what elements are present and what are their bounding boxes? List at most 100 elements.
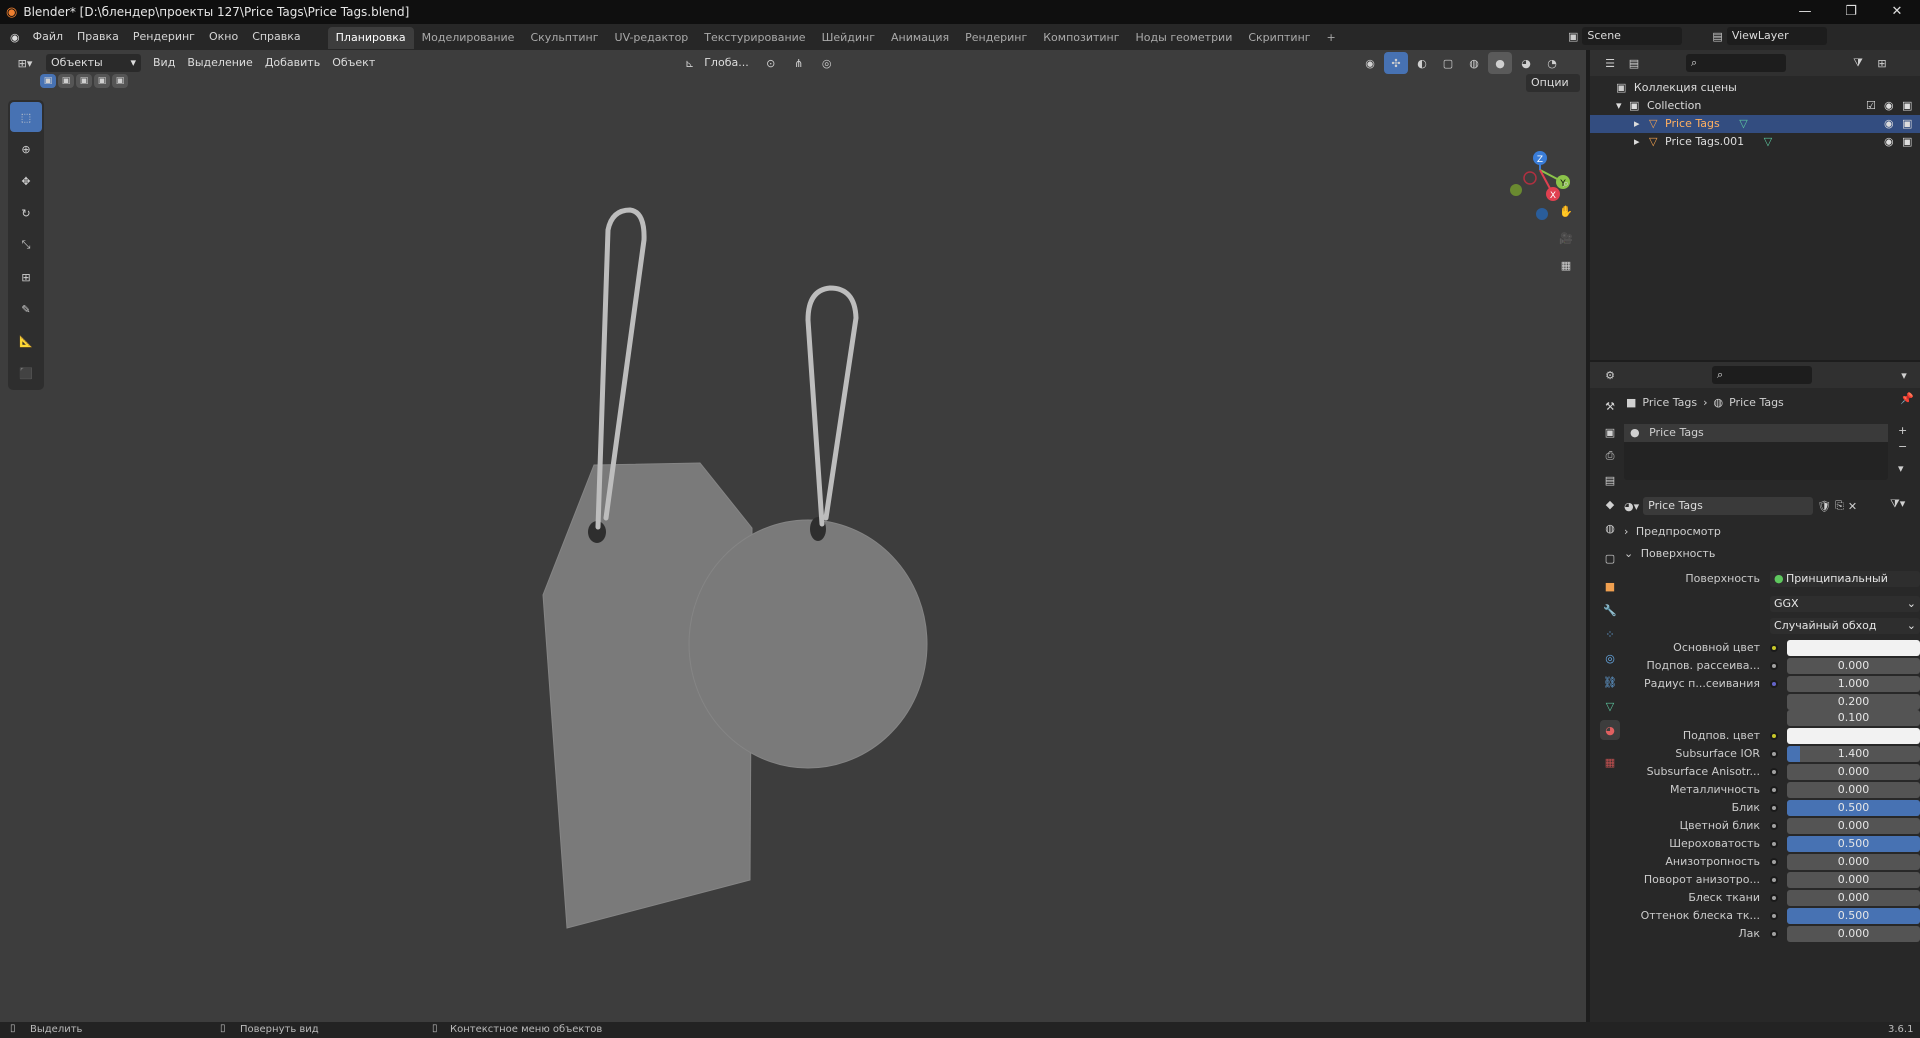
shading-solid-icon[interactable]: ●	[1488, 52, 1512, 74]
bsdf-input-value[interactable]: 1.400	[1787, 746, 1920, 762]
properties-editor-type-icon[interactable]: ⚙	[1598, 364, 1622, 386]
collection-row[interactable]: ▾ ▣ Collection ☑ ◉ ▣	[1590, 97, 1920, 115]
bsdf-input-value[interactable]: 0.500	[1787, 908, 1920, 924]
input-socket-icon[interactable]	[1770, 750, 1778, 758]
tab-texture-paint[interactable]: Текстурирование	[696, 27, 813, 49]
tab-shading[interactable]: Шейдинг	[814, 27, 883, 49]
zoom-icon[interactable]: ⌕	[1554, 172, 1578, 196]
input-socket-icon[interactable]	[1770, 732, 1778, 740]
shading-wireframe-icon[interactable]: ◍	[1462, 52, 1486, 74]
bsdf-input-value[interactable]: 0.000	[1787, 658, 1920, 674]
close-button[interactable]: ✕	[1874, 0, 1920, 24]
surface-shader-field[interactable]: ● Принципиальный BSDF	[1770, 571, 1920, 587]
gizmo-toggle-icon[interactable]: ✣	[1384, 52, 1408, 74]
shading-rendered-icon[interactable]: ◔	[1540, 52, 1564, 74]
unlink-material-icon[interactable]: ✕	[1848, 500, 1857, 513]
bsdf-input-value[interactable]: 0.000	[1787, 854, 1920, 870]
camera-icon[interactable]: ▣	[1902, 133, 1912, 151]
annotate-tool-icon[interactable]: ✎	[10, 294, 42, 324]
tab-compositing[interactable]: Композитинг	[1035, 27, 1127, 49]
eye-icon[interactable]: ◉	[1884, 115, 1894, 133]
collection-tab-icon[interactable]: ▢	[1600, 548, 1620, 568]
slot-specials-button[interactable]: ▾	[1898, 462, 1904, 475]
menu-view[interactable]: Вид	[147, 52, 181, 74]
menu-add[interactable]: Добавить	[259, 52, 326, 74]
tab-animation[interactable]: Анимация	[883, 27, 957, 49]
subsurface-method-dropdown[interactable]: Случайный обход ⌄	[1770, 618, 1920, 634]
input-socket-icon[interactable]	[1770, 858, 1778, 866]
input-socket-icon[interactable]	[1770, 840, 1778, 848]
input-socket-icon[interactable]	[1770, 680, 1778, 688]
duplicate-material-icon[interactable]: ⎘	[1835, 499, 1844, 513]
expand-arrow-icon[interactable]: ▸	[1634, 135, 1640, 148]
ortho-toggle-icon[interactable]: ▦	[1554, 253, 1578, 277]
input-socket-icon[interactable]	[1770, 876, 1778, 884]
particles-tab-icon[interactable]: ⁘	[1600, 624, 1620, 644]
add-workspace-button[interactable]: +	[1319, 27, 1344, 49]
outliner-item-price-tags-001[interactable]: ▸ ▽ Price Tags.001 ▽ ◉ ▣	[1590, 133, 1920, 151]
bsdf-input-value[interactable]: 0.500	[1787, 800, 1920, 816]
visibility-icon[interactable]: ◉	[1358, 52, 1382, 74]
input-socket-icon[interactable]	[1770, 644, 1778, 652]
surface-panel-header[interactable]: ⌄ Поверхность	[1624, 544, 1914, 564]
menu-help[interactable]: Справка	[245, 24, 307, 50]
menu-render[interactable]: Рендеринг	[126, 24, 202, 50]
color-swatch[interactable]	[1787, 640, 1920, 656]
exclude-checkbox[interactable]: ☑	[1866, 97, 1876, 115]
bsdf-input-value[interactable]: 0.000	[1787, 890, 1920, 906]
restore-button[interactable]: ❐	[1828, 0, 1874, 24]
overlay-icon[interactable]: ◐	[1410, 52, 1434, 74]
transform-tool-icon[interactable]: ⊞	[10, 262, 42, 292]
move-tool-icon[interactable]: ✥	[10, 166, 42, 196]
tab-geometry-nodes[interactable]: Ноды геометрии	[1128, 27, 1241, 49]
add-slot-button[interactable]: +	[1898, 424, 1907, 437]
display-mode-icon[interactable]: ▤	[1622, 52, 1646, 74]
scale-tool-icon[interactable]: ⤡	[10, 230, 42, 260]
view-layer-tab-icon[interactable]: ▤	[1600, 470, 1620, 490]
minimize-button[interactable]: —	[1782, 0, 1828, 24]
pivot-icon[interactable]: ⊙	[759, 52, 783, 74]
menu-edit[interactable]: Правка	[70, 24, 126, 50]
blender-menu-icon[interactable]: ◉	[0, 31, 26, 44]
bsdf-input-value[interactable]: 0.000	[1787, 818, 1920, 834]
remove-slot-button[interactable]: −	[1898, 440, 1907, 453]
color-swatch[interactable]	[1787, 728, 1920, 744]
new-collection-icon[interactable]: ⊞	[1870, 52, 1894, 74]
view-layer-field[interactable]: ViewLayer	[1726, 27, 1827, 45]
outliner-item-price-tags[interactable]: ▸ ▽ Price Tags ▽ ◉ ▣	[1590, 115, 1920, 133]
outliner-editor-type-icon[interactable]: ☰	[1598, 52, 1622, 74]
input-socket-icon[interactable]	[1770, 662, 1778, 670]
input-socket-icon[interactable]	[1770, 786, 1778, 794]
object-tab-icon[interactable]: ■	[1600, 576, 1620, 596]
menu-object[interactable]: Объект	[326, 52, 381, 74]
proportional-edit-icon[interactable]: ◎	[815, 52, 839, 74]
tool-tab-icon[interactable]: ⚒	[1600, 396, 1620, 416]
modifiers-tab-icon[interactable]: 🔧	[1600, 600, 1620, 620]
eye-icon[interactable]: ◉	[1884, 97, 1894, 115]
tab-layout[interactable]: Планировка	[327, 27, 414, 49]
texture-tab-icon[interactable]: ▦	[1600, 752, 1620, 772]
select-box-tool-icon[interactable]: ⬚	[10, 102, 42, 132]
bsdf-input-value[interactable]: 0.500	[1787, 836, 1920, 852]
input-socket-icon[interactable]	[1770, 930, 1778, 938]
camera-icon[interactable]: ▣	[1902, 115, 1912, 133]
tab-modeling[interactable]: Моделирование	[414, 27, 523, 49]
fake-user-icon[interactable]: 🛡	[1817, 500, 1831, 513]
tab-sculpting[interactable]: Скульптинг	[522, 27, 606, 49]
transform-orientation-dropdown[interactable]: Глоба...	[698, 52, 754, 74]
expand-arrow-icon[interactable]: ▾	[1616, 99, 1622, 112]
scene-tab-icon[interactable]: ◆	[1600, 494, 1620, 514]
mode-dropdown[interactable]: Объекты ▾	[46, 54, 141, 72]
shading-material-icon[interactable]: ◕	[1514, 52, 1538, 74]
pan-icon[interactable]: ✋	[1554, 199, 1578, 223]
options-button[interactable]: Опции	[1526, 74, 1580, 92]
properties-search-input[interactable]: ⌕	[1712, 366, 1812, 384]
tab-uv-editing[interactable]: UV-редактор	[607, 27, 697, 49]
material-name-field[interactable]: Price Tags	[1643, 497, 1814, 515]
input-socket-icon[interactable]	[1770, 822, 1778, 830]
select-new-icon[interactable]: ▣	[40, 74, 56, 88]
distribution-dropdown[interactable]: GGX ⌄	[1770, 596, 1920, 612]
menu-select[interactable]: Выделение	[181, 52, 259, 74]
bsdf-input-value[interactable]: 0.000	[1787, 872, 1920, 888]
bsdf-input-value[interactable]: 0.000	[1787, 764, 1920, 780]
